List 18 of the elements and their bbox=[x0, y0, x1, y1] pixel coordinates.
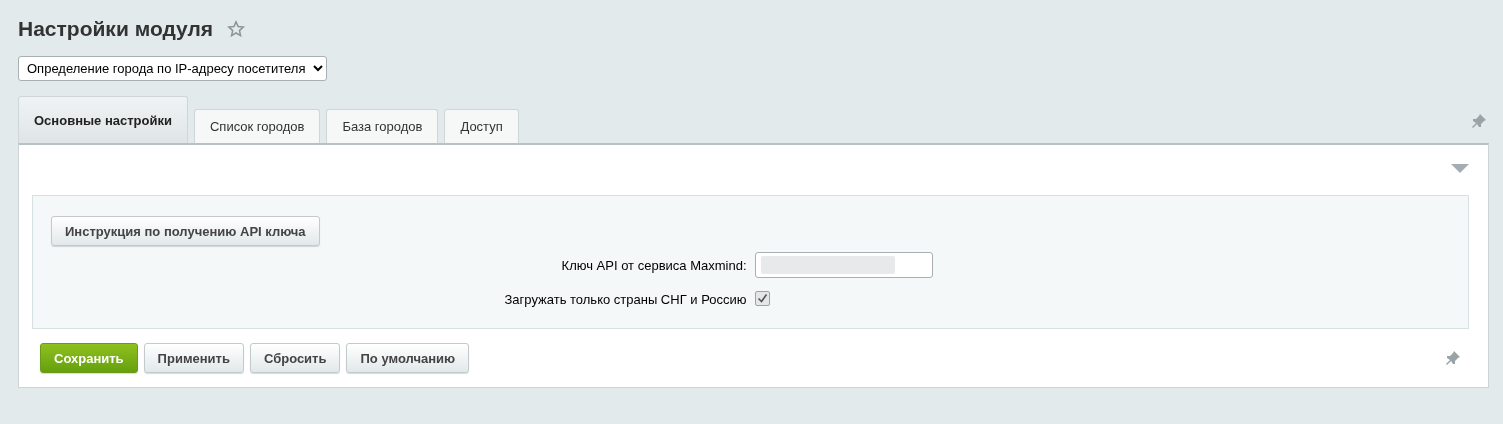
action-button[interactable]: По умолчанию bbox=[346, 343, 470, 373]
tab[interactable]: Основные настройки bbox=[18, 96, 188, 143]
tab[interactable]: База городов bbox=[326, 109, 439, 143]
collapse-icon[interactable] bbox=[1451, 164, 1469, 174]
instruction-button[interactable]: Инструкция по получению API ключа bbox=[51, 216, 320, 246]
field-label: Загружать только страны СНГ и Россию bbox=[503, 291, 747, 307]
action-button[interactable]: Сбросить bbox=[249, 343, 341, 373]
pin-icon[interactable] bbox=[1445, 350, 1461, 366]
action-button[interactable]: Применить bbox=[143, 343, 244, 373]
field-label: Ключ API от сервиса Maxmind: bbox=[560, 257, 747, 273]
input-field[interactable] bbox=[754, 252, 933, 278]
tab[interactable]: Список городов bbox=[194, 109, 321, 143]
checkbox[interactable] bbox=[754, 291, 770, 306]
pin-icon[interactable] bbox=[1471, 113, 1487, 129]
module-select[interactable]: Определение города по IP-адресу посетителя bbox=[18, 56, 327, 81]
page-title: Настройки модуля bbox=[18, 17, 214, 41]
star-icon[interactable] bbox=[227, 20, 246, 38]
tab[interactable]: Доступ bbox=[444, 109, 519, 143]
